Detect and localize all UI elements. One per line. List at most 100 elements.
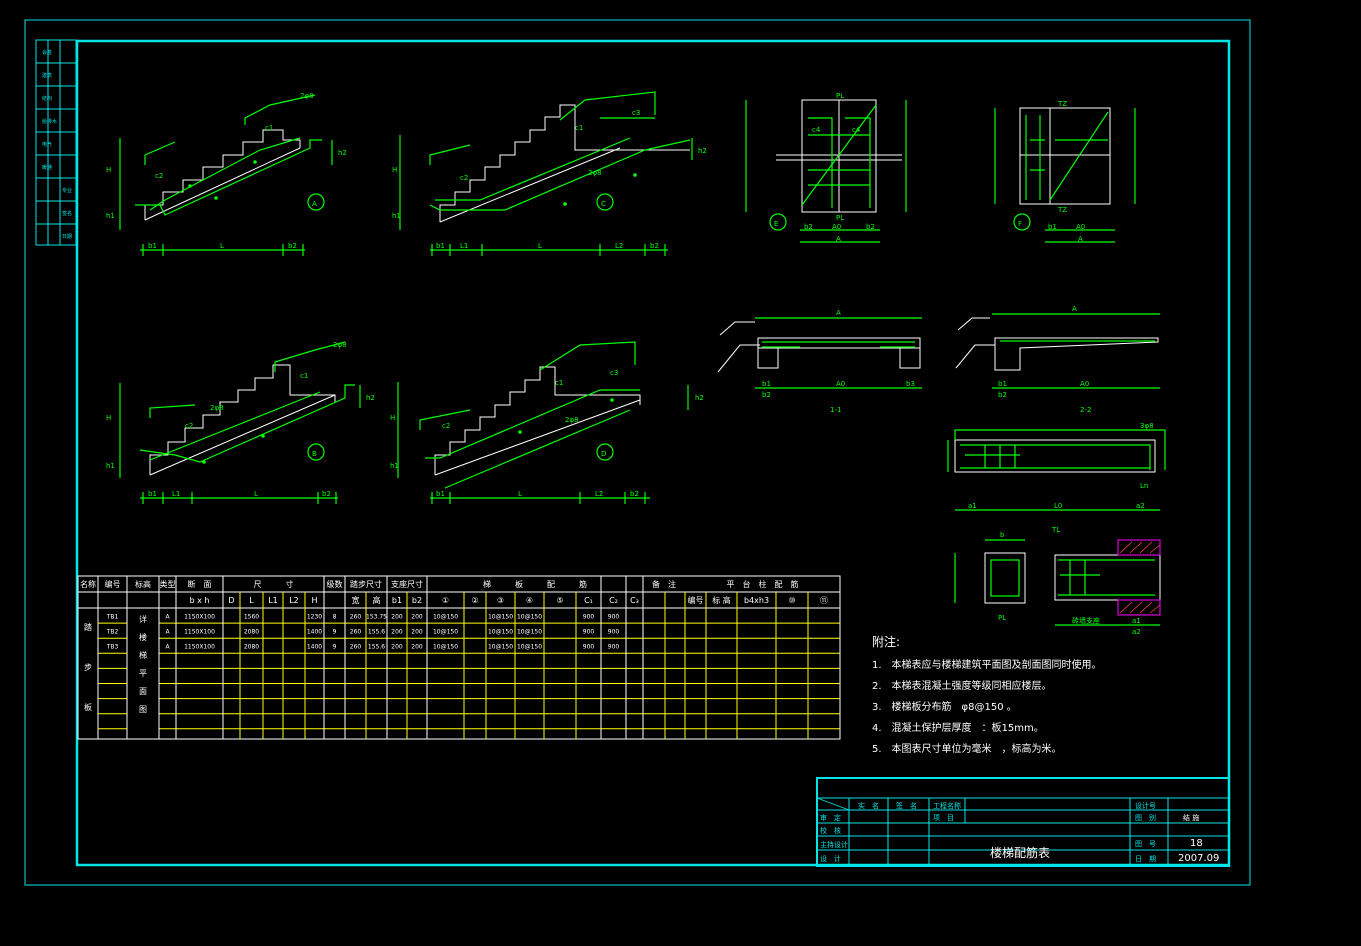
dim-label: b2 [998, 391, 1007, 399]
bar-label: 2φ8 [210, 404, 224, 412]
table-subheader: C₁ [584, 596, 593, 605]
sheet-number: 18 [1190, 838, 1203, 849]
table-cell: 10@150 [517, 629, 542, 636]
table-subheader: H [311, 596, 317, 605]
bar-label: c3 [610, 369, 618, 377]
dim-label: b2 [866, 223, 875, 231]
table-subheader: D [228, 596, 234, 605]
plan-label: TZ [1057, 100, 1067, 108]
table-cell: 1230 [307, 614, 322, 621]
view-label: 1-1 [830, 406, 841, 414]
table-cell: 2080 [244, 629, 259, 636]
bar-label: c1 [575, 124, 583, 132]
bar-label: c1 [555, 379, 563, 387]
table-subheader: L [249, 596, 254, 605]
dim-label: h1 [106, 212, 115, 220]
view-label: E [774, 220, 778, 228]
table-cell: 9 [333, 629, 337, 636]
notes-title: 附注: [872, 634, 900, 649]
dim-label: h2 [695, 394, 704, 402]
bar-label: 2φ8 [300, 92, 314, 100]
dim-label: L2 [615, 242, 623, 250]
plan-view-f: TZ TZ b1 A0 A F [994, 100, 1136, 243]
table-subheader: 标 高 [712, 595, 731, 605]
dim-label: H [106, 166, 111, 174]
title-block-text: 工程名称 [933, 801, 961, 810]
bar-label: c4 [812, 126, 821, 134]
table-header: 名称 [80, 579, 96, 589]
dim-label: a1 [968, 502, 977, 510]
bar-label: c4 [852, 126, 861, 134]
dim-label: h2 [338, 149, 347, 157]
bar-label: c1 [300, 372, 308, 380]
dim-label: a1 [1132, 617, 1141, 625]
dim-label: H [390, 414, 395, 422]
note-item: 3. 楼梯板分布筋 φ8@150 。 [872, 700, 1017, 713]
title-block-text: 项 目 [933, 814, 954, 822]
view-label: D [601, 450, 606, 458]
margin-text: 结构 [42, 95, 52, 102]
dim-label: b1 [762, 380, 771, 388]
dim-label: a2 [1136, 502, 1145, 510]
margin-text: 会签 [42, 49, 52, 56]
table-text: 名称 编号 标高 类型 断 面 尺 寸 级数 踏步尺寸 支座尺寸 梯 板 配 筋 备 注 平 台 柱 … [80, 579, 828, 714]
table-header: 踏步尺寸 [350, 579, 382, 589]
margin-strip: 会签 建筑 结构 给排水 电气 暖通 专业 签名 日期 [35, 39, 77, 246]
stair-table: 名称 编号 标高 类型 断 面 尺 寸 级数 踏步尺寸 支座尺寸 梯 板 配 筋 备 注 平 台 柱 … [77, 575, 841, 740]
table-subheader: 高 [373, 595, 381, 605]
sheet-date: 2007.09 [1178, 853, 1219, 864]
table-cell: 900 [583, 629, 595, 636]
bar-label: 3φ8 [1140, 422, 1154, 430]
table-name-char: 板 [84, 702, 92, 712]
table-cell: 200 [411, 644, 423, 651]
dim-label: h2 [366, 394, 375, 402]
dim-label: L [254, 490, 258, 498]
title-block-text: 校 核 [820, 826, 841, 835]
table-cell: 1150X100 [184, 644, 215, 651]
bar-label: c2 [460, 174, 468, 182]
title-block-text: 日 期 [1135, 855, 1156, 863]
margin-text: 签名 [62, 210, 72, 217]
bar-label: c2 [155, 172, 163, 180]
dim-label: h1 [106, 462, 115, 470]
table-header: 类型 [160, 579, 176, 589]
inner-frame [75, 39, 1231, 867]
table-cell: TB1 [106, 614, 119, 621]
table-header: 编号 [105, 579, 121, 589]
bar-label: c2 [185, 422, 193, 430]
table-subheader: ③ [497, 596, 504, 605]
bar-label: c1 [265, 124, 273, 132]
table-header: 平 台 柱 配 筋 [727, 579, 799, 589]
table-subheader: 编号 [688, 595, 704, 605]
dim-label: b3 [906, 380, 915, 388]
note-item: 5. 本图表尺寸单位为毫米 ，标高为米。 [872, 742, 1062, 755]
table-cell: 10@150 [433, 644, 458, 651]
margin-text: 专业 [62, 187, 72, 194]
title-block-text: 图 号 [1135, 840, 1156, 848]
title-block-text: 实 名 [858, 801, 879, 810]
stair-view-c: c2 c1 c3 2φ8 H h1 h2 b1 L1 L L2 b2 C [392, 91, 707, 256]
table-cell: 900 [583, 644, 595, 651]
table-cell: 1400 [307, 644, 322, 651]
dim-label: b1 [148, 242, 157, 250]
table-cell: 260 [350, 614, 362, 621]
dim-label: A [1078, 235, 1083, 243]
view-label: 砖墙支座 [1072, 616, 1100, 625]
table-subheader: C₂ [609, 596, 618, 605]
section-1-1: A b1 A0 b3 b2 1-1 [717, 309, 922, 414]
table-cell: 900 [608, 629, 620, 636]
table-cell: 10@150 [488, 629, 513, 636]
drawing-type-value: 结 施 [1183, 813, 1199, 822]
table-cell: 1400 [307, 629, 322, 636]
table-elev-char: 楼 [139, 632, 147, 642]
table-subheader: b x h [190, 596, 210, 605]
table-elev-char: 面 [139, 687, 147, 696]
margin-text: 日期 [62, 234, 72, 240]
table-elev-char: 梯 [139, 650, 147, 660]
table-cell: 900 [608, 614, 620, 621]
title-block-text: 主持设计 [820, 840, 848, 849]
table-cell: A [165, 614, 170, 621]
table-cell: TB2 [106, 629, 119, 636]
table-subheader: L2 [289, 596, 299, 605]
plan-label: PL [836, 214, 844, 222]
